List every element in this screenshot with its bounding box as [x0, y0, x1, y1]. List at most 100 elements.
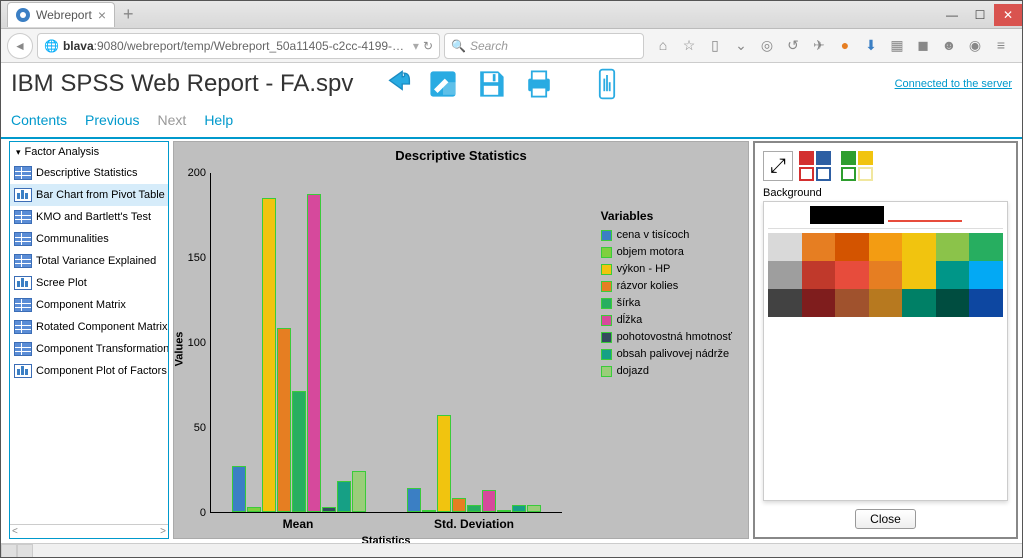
color-swatch[interactable]	[835, 233, 869, 261]
current-fill-swatch[interactable]	[810, 206, 884, 224]
home-icon[interactable]: ⌂	[654, 37, 672, 54]
bar-group	[211, 173, 387, 512]
tree-item[interactable]: Component Matrix	[10, 294, 168, 316]
bar[interactable]	[497, 510, 511, 512]
addon2-icon[interactable]: ◼	[914, 37, 932, 54]
color-swatch[interactable]	[802, 289, 836, 317]
chart-canvas[interactable]: Descriptive Statistics Values 0501001502…	[173, 141, 749, 539]
color-swatch[interactable]	[936, 289, 970, 317]
scale-icon[interactable]: ⤢	[763, 151, 793, 181]
current-border-swatch[interactable]	[888, 220, 962, 222]
pocket-icon[interactable]: ⌄	[732, 37, 750, 54]
bar[interactable]	[277, 328, 291, 512]
addon4-icon[interactable]: ◉	[966, 37, 984, 54]
menu-next[interactable]: Next	[158, 112, 187, 128]
menu-help[interactable]: Help	[204, 112, 233, 128]
color-swatch[interactable]	[969, 289, 1003, 317]
addon3-icon[interactable]: ☻	[940, 37, 958, 54]
apps-icon[interactable]: ▦	[888, 37, 906, 54]
color-swatch[interactable]	[802, 233, 836, 261]
style-preset-swatch[interactable]	[799, 151, 814, 165]
style-preset-swatch[interactable]	[858, 167, 873, 181]
reload-icon[interactable]: ↻	[423, 39, 433, 53]
bar[interactable]	[422, 510, 436, 512]
tree-item[interactable]: Descriptive Statistics	[10, 162, 168, 184]
color-swatch[interactable]	[902, 289, 936, 317]
window-maximize-icon[interactable]: ☐	[966, 4, 994, 26]
color-swatch[interactable]	[768, 233, 802, 261]
tree-item[interactable]: Rotated Component Matrix	[10, 316, 168, 338]
style-preset-swatch[interactable]	[841, 151, 856, 165]
page-hscroll[interactable]	[1, 543, 1022, 557]
style-preset-swatch[interactable]	[841, 167, 856, 181]
close-button[interactable]: Close	[855, 509, 916, 529]
tab-close-icon[interactable]: ×	[98, 7, 106, 23]
bar[interactable]	[467, 505, 481, 512]
tree-item[interactable]: Component Plot of Factors	[10, 360, 168, 382]
tree-item[interactable]: Bar Chart from Pivot Table	[10, 184, 168, 206]
send-icon[interactable]: ✈	[810, 37, 828, 54]
star-icon[interactable]: ☆	[680, 37, 698, 54]
color-swatch[interactable]	[869, 261, 903, 289]
tree-item[interactable]: Communalities	[10, 228, 168, 250]
color-swatch[interactable]	[802, 261, 836, 289]
edit-icon[interactable]	[421, 65, 465, 103]
window-minimize-icon[interactable]: ―	[938, 4, 966, 26]
addon1-icon[interactable]: ●	[836, 37, 854, 54]
style-preset-swatch[interactable]	[816, 151, 831, 165]
bar[interactable]	[307, 194, 321, 512]
color-swatch[interactable]	[969, 233, 1003, 261]
bar[interactable]	[232, 466, 246, 512]
bar[interactable]	[482, 490, 496, 512]
bar[interactable]	[322, 507, 336, 512]
history-icon[interactable]: ↺	[784, 37, 802, 54]
dropdown-icon[interactable]: ▾	[413, 39, 419, 53]
color-swatch[interactable]	[835, 289, 869, 317]
menu-contents[interactable]: Contents	[11, 112, 67, 128]
sync-icon[interactable]: ◎	[758, 37, 776, 54]
bookmark-icon[interactable]: ▯	[706, 37, 724, 54]
color-swatch[interactable]	[835, 261, 869, 289]
new-tab-icon[interactable]: +	[123, 4, 134, 25]
bar[interactable]	[452, 498, 466, 512]
tree-root[interactable]: ▾ Factor Analysis	[10, 142, 168, 162]
bar[interactable]	[512, 505, 526, 512]
browser-tab[interactable]: Webreport ×	[7, 2, 115, 27]
tree-item[interactable]: KMO and Bartlett's Test	[10, 206, 168, 228]
color-swatch[interactable]	[768, 289, 802, 317]
tree-item[interactable]: Scree Plot	[10, 272, 168, 294]
search-input[interactable]: 🔍 Search	[444, 33, 644, 59]
color-swatch[interactable]	[936, 233, 970, 261]
window-close-icon[interactable]: ✕	[994, 4, 1022, 26]
bar[interactable]	[352, 471, 366, 512]
bar[interactable]	[437, 415, 451, 512]
color-swatch[interactable]	[902, 233, 936, 261]
save-icon[interactable]	[469, 65, 513, 103]
back-icon[interactable]: ◄	[7, 33, 33, 59]
tree-item[interactable]: Component Transformation	[10, 338, 168, 360]
connection-status-link[interactable]: Connected to the server	[895, 78, 1012, 90]
tree-item[interactable]: Total Variance Explained	[10, 250, 168, 272]
style-preset-swatch[interactable]	[816, 167, 831, 181]
color-swatch[interactable]	[869, 289, 903, 317]
color-swatch[interactable]	[969, 261, 1003, 289]
color-swatch[interactable]	[936, 261, 970, 289]
bar[interactable]	[262, 198, 276, 513]
style-preset-swatch[interactable]	[858, 151, 873, 165]
mobile-icon[interactable]	[585, 65, 629, 103]
bar[interactable]	[247, 507, 261, 512]
bar[interactable]	[292, 391, 306, 512]
download-icon[interactable]: ⬇	[862, 37, 880, 54]
back-arrow-icon[interactable]	[373, 65, 417, 103]
color-swatch[interactable]	[768, 261, 802, 289]
menu-icon[interactable]: ≡	[992, 37, 1010, 54]
url-input[interactable]: 🌐 blava:9080/webreport/temp/Webreport_50…	[37, 33, 440, 59]
bar[interactable]	[407, 488, 421, 512]
print-icon[interactable]	[517, 65, 561, 103]
bar[interactable]	[337, 481, 351, 512]
color-swatch[interactable]	[902, 261, 936, 289]
style-preset-swatch[interactable]	[799, 167, 814, 181]
menu-previous[interactable]: Previous	[85, 112, 139, 128]
bar[interactable]	[527, 505, 541, 512]
color-swatch[interactable]	[869, 233, 903, 261]
